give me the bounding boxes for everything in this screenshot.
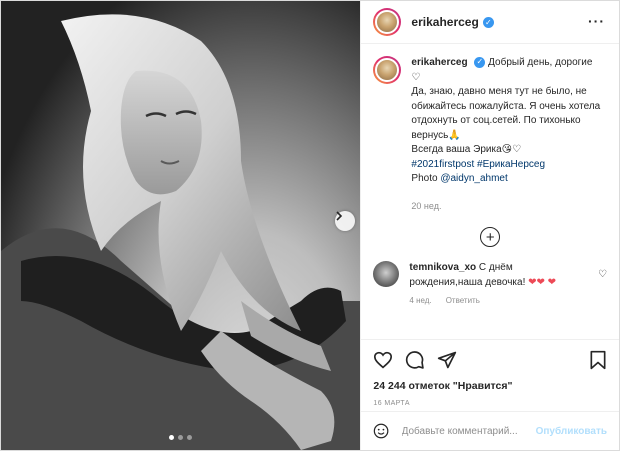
verified-icon: ✓ (482, 16, 494, 28)
more-icon[interactable]: ··· (588, 13, 605, 29)
comment-icon[interactable] (405, 350, 425, 370)
instagram-post: erikaherceg ✓ ··· erikaherceg ✓ Добрый д… (0, 0, 620, 451)
bookmark-icon[interactable] (589, 350, 607, 370)
author-username[interactable]: erikaherceg (411, 15, 478, 29)
post-age: 20 нед. (411, 200, 442, 211)
comment-item: temnikova_xo С днём рождения,наша девочк… (361, 247, 619, 290)
next-arrow-icon (336, 211, 343, 221)
carousel-dot[interactable] (178, 435, 184, 440)
comment-meta: 4 нед. Ответить (409, 296, 619, 305)
caption-signoff: Всегда ваша Эрика😘♡ (411, 144, 522, 155)
publish-button[interactable]: Опубликовать (536, 426, 607, 437)
caption-username[interactable]: erikaherceg (411, 57, 467, 68)
heart-icon[interactable] (373, 351, 393, 369)
commenter-avatar[interactable] (373, 261, 400, 287)
post-header: erikaherceg ✓ ··· (361, 1, 619, 44)
caption-photo-mention[interactable]: @aidyn_ahmet (440, 173, 507, 184)
add-icon[interactable]: + (480, 227, 501, 247)
caption-photo-label: Photo (411, 173, 438, 184)
caption-body: Да, знаю, давно меня тут не было, не оби… (411, 86, 601, 141)
post-date: 16 марта (373, 400, 410, 407)
comment-composer: Опубликовать (361, 411, 619, 450)
comment-hearts: ❤❤ ❤ (528, 276, 557, 288)
post-photo[interactable] (1, 1, 361, 450)
author-avatar[interactable] (373, 8, 402, 36)
caption-avatar[interactable] (373, 56, 402, 84)
comment-like-icon[interactable]: ♡ (598, 269, 607, 280)
carousel-dots (1, 435, 360, 440)
post-sidebar: erikaherceg ✓ ··· erikaherceg ✓ Добрый д… (360, 1, 619, 450)
carousel-dot[interactable] (187, 435, 193, 440)
action-bar: 24 244 отметок "Нравится" 16 марта (361, 339, 619, 407)
portrait-illustration (1, 14, 361, 450)
commenter-username[interactable]: temnikova_xo (409, 262, 476, 273)
likes-count[interactable]: 24 244 отметок "Нравится" (373, 380, 607, 392)
caption-hashtags[interactable]: #2021firstpost #ЕрикаНерсеg (411, 159, 545, 170)
carousel-dot[interactable] (169, 435, 175, 440)
emoji-icon[interactable] (373, 422, 389, 440)
next-slide-button[interactable] (335, 211, 355, 231)
caption: erikaherceg ✓ Добрый день, дорогие ♡ Да,… (361, 44, 619, 213)
share-icon[interactable] (437, 350, 457, 370)
comment-age: 4 нед. (409, 296, 432, 305)
comment-input[interactable] (399, 424, 536, 438)
reply-link[interactable]: Ответить (446, 296, 480, 305)
verified-icon: ✓ (474, 56, 486, 68)
